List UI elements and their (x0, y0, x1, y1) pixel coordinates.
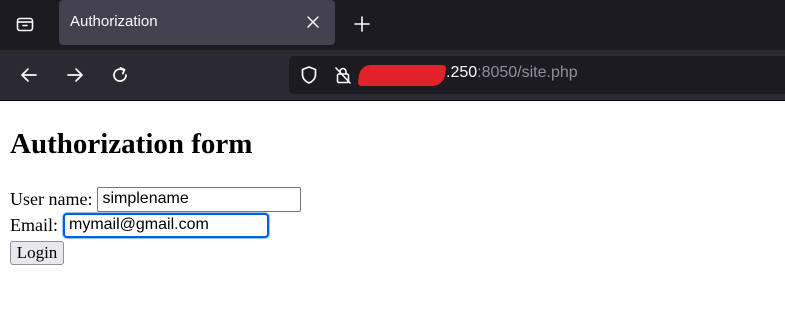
username-label: User name: (10, 188, 93, 209)
username-input[interactable] (97, 186, 302, 212)
plus-icon[interactable] (350, 12, 374, 36)
tab-overview-icon[interactable] (13, 12, 37, 36)
close-icon[interactable] (303, 12, 323, 32)
email-row: Email: (10, 212, 269, 238)
shield-icon[interactable] (299, 65, 319, 85)
redacted-host (357, 65, 447, 86)
page-title: Authorization form (10, 128, 253, 160)
url-port-path: :8050/site.php (477, 64, 578, 81)
reload-icon[interactable] (108, 63, 132, 87)
navigation-toolbar: .250:8050/site.php (0, 50, 785, 100)
page-content: Authorization form User name: Email: Log… (10, 101, 775, 320)
tab-title: Authorization (70, 13, 158, 30)
back-arrow-icon[interactable] (17, 63, 41, 87)
username-row: User name: (10, 186, 302, 212)
forward-arrow-icon[interactable] (63, 63, 87, 87)
url-text: .250:8050/site.php (446, 64, 578, 82)
email-label: Email: (10, 214, 58, 235)
address-bar[interactable]: .250:8050/site.php (289, 56, 785, 94)
tab-authorization[interactable]: Authorization (59, 0, 335, 45)
tab-bar: Authorization (0, 0, 785, 50)
login-button[interactable]: Login (10, 241, 64, 265)
email-input[interactable] (63, 212, 269, 238)
lock-crossed-icon[interactable] (333, 65, 353, 85)
url-host-suffix: .250 (446, 64, 478, 81)
